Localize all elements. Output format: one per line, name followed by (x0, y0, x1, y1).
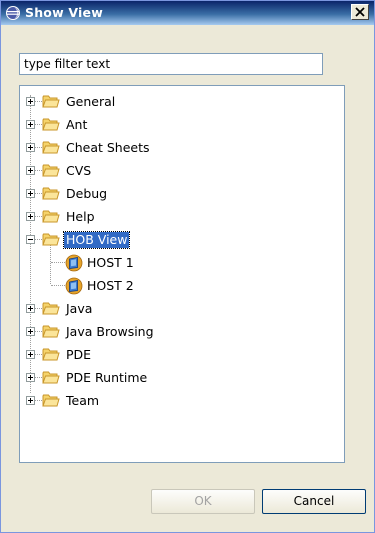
tree-connector (35, 308, 42, 309)
expand-icon[interactable] (26, 189, 35, 198)
tree-item-label: PDE (66, 347, 92, 362)
tree-item-label-selected: HOB View (62, 231, 131, 249)
tree-item-label: HOST 2 (87, 278, 134, 293)
open-folder-icon (42, 233, 60, 246)
tree-connector (35, 331, 42, 332)
tree-connector (51, 285, 65, 286)
tree-item-label: Java (66, 301, 93, 316)
folder-icon (42, 95, 60, 108)
ok-button[interactable]: OK (151, 489, 255, 514)
close-button[interactable] (351, 4, 369, 20)
tree-item-label: HOST 1 (87, 255, 134, 270)
tree-item-cvs[interactable]: CVS (20, 161, 340, 181)
dialog-title: Show View (25, 5, 103, 20)
tree-item-debug[interactable]: Debug (20, 184, 340, 204)
expand-icon[interactable] (26, 166, 35, 175)
folder-icon (42, 118, 60, 131)
folder-icon (42, 210, 60, 223)
tree-item-help[interactable]: Help (20, 207, 340, 227)
eclipse-icon (6, 6, 20, 20)
expand-icon[interactable] (26, 212, 35, 221)
tree-connector (35, 170, 42, 171)
tree-connector (35, 354, 42, 355)
view-tree[interactable]: General Ant Cheat Sheets CVS Debug Help … (19, 85, 345, 463)
filter-input[interactable] (19, 53, 323, 75)
folder-icon (42, 394, 60, 407)
close-icon (355, 7, 365, 17)
tree-item-pde[interactable]: PDE (20, 345, 340, 365)
folder-icon (42, 371, 60, 384)
expand-icon[interactable] (26, 396, 35, 405)
cancel-button[interactable]: Cancel (262, 489, 366, 514)
expand-icon[interactable] (26, 143, 35, 152)
tree-item-host-1[interactable]: HOST 1 (20, 253, 340, 273)
tree-item-team[interactable]: Team (20, 391, 340, 411)
tree-item-hob-view[interactable]: HOB View (20, 230, 340, 250)
tree-item-ant[interactable]: Ant (20, 115, 340, 135)
tree-item-label: Team (66, 393, 100, 408)
expand-icon[interactable] (26, 373, 35, 382)
tree-connector (51, 262, 65, 263)
tree-connector (35, 216, 42, 217)
expand-icon[interactable] (26, 350, 35, 359)
show-view-dialog: Show View General Ant Cheat (0, 0, 375, 533)
folder-icon (42, 302, 60, 315)
tree-item-cheat-sheets[interactable]: Cheat Sheets (20, 138, 340, 158)
expand-icon[interactable] (26, 97, 35, 106)
expand-icon[interactable] (26, 327, 35, 336)
tree-item-java-browsing[interactable]: Java Browsing (20, 322, 340, 342)
tree-connector (35, 101, 42, 102)
title-bar[interactable]: Show View (1, 1, 374, 25)
folder-icon (42, 164, 60, 177)
expand-icon[interactable] (26, 120, 35, 129)
collapse-icon[interactable] (26, 235, 35, 244)
tree-item-label: Cheat Sheets (66, 140, 150, 155)
tree-connector (35, 400, 42, 401)
hob-host-icon (65, 277, 83, 295)
tree-item-label: General (66, 94, 116, 109)
tree-connector (35, 193, 42, 194)
tree-item-label: Ant (66, 117, 88, 132)
tree-item-label: Debug (66, 186, 108, 201)
folder-icon (42, 348, 60, 361)
folder-icon (42, 325, 60, 338)
tree-item-pde-runtime[interactable]: PDE Runtime (20, 368, 340, 388)
hob-host-icon (65, 254, 83, 272)
tree-item-label: Java Browsing (66, 324, 154, 339)
tree-item-label: CVS (66, 163, 92, 178)
expand-icon[interactable] (26, 304, 35, 313)
tree-connector (35, 377, 42, 378)
tree-item-host-2[interactable]: HOST 2 (20, 276, 340, 296)
tree-item-java[interactable]: Java (20, 299, 340, 319)
tree-item-label: Help (66, 209, 95, 224)
tree-connector (35, 147, 42, 148)
tree-connector (35, 124, 42, 125)
folder-icon (42, 141, 60, 154)
tree-connector (35, 239, 42, 240)
tree-item-general[interactable]: General (20, 92, 340, 112)
tree-item-label: PDE Runtime (66, 370, 148, 385)
folder-icon (42, 187, 60, 200)
